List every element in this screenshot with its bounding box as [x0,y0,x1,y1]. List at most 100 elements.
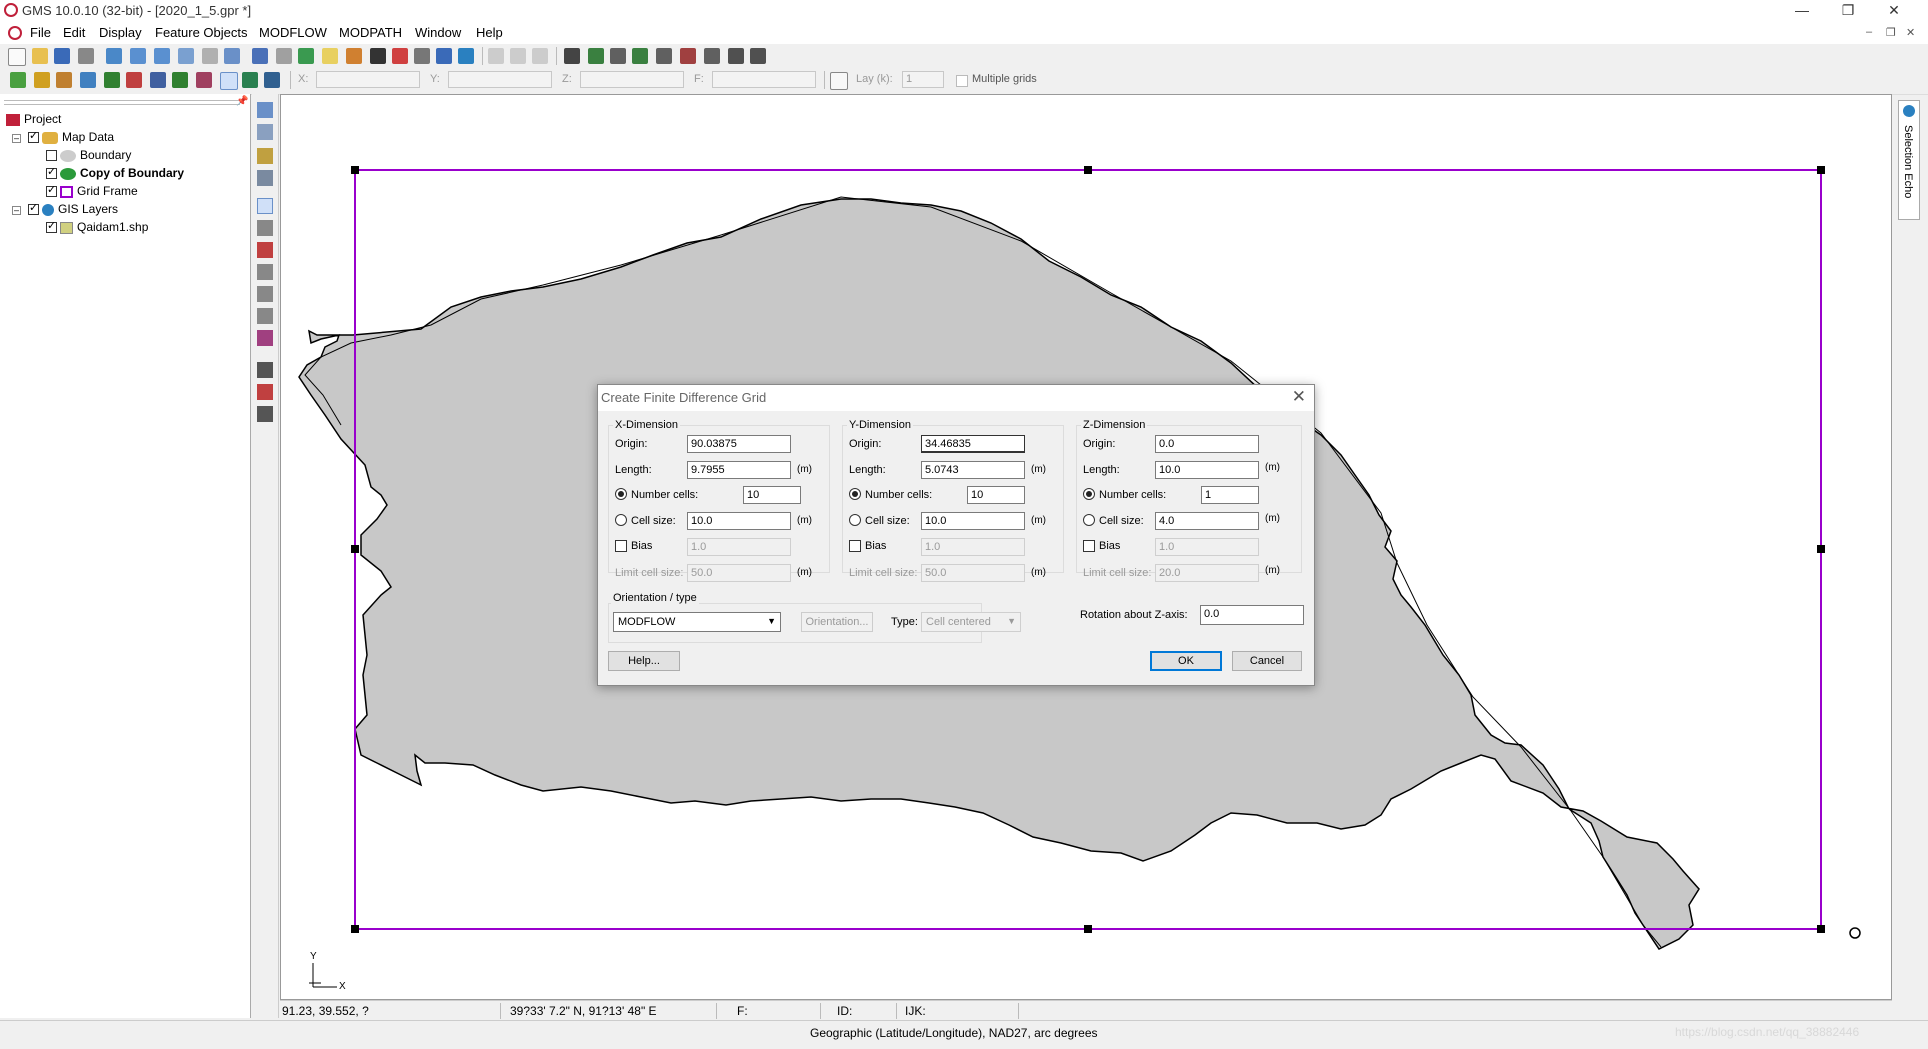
tree-grid-frame[interactable]: Grid Frame [46,183,138,200]
open-folder-icon[interactable] [32,48,48,64]
dialog-title-bar[interactable]: Create Finite Difference Grid ✕ [598,385,1314,411]
tree-shapefile[interactable]: Qaidam1.shp [46,219,148,236]
selection-echo-tab[interactable]: Selection Echo [1898,100,1920,220]
mdi-close-icon[interactable]: ✕ [1906,26,1915,39]
menu-display[interactable]: Display [99,25,142,40]
x-cell-size-input[interactable]: 10.0 [687,512,791,530]
menu-modflow[interactable]: MODFLOW [259,25,327,40]
frame-icon[interactable] [106,48,122,64]
help-button[interactable]: Help... [608,651,680,671]
menu-feature-objects[interactable]: Feature Objects [155,25,248,40]
restore-icon[interactable]: ❐ [1826,0,1870,22]
run-model-icon[interactable] [588,48,604,64]
tree-gis-layers[interactable]: GIS Layers [28,201,118,218]
multiple-grids-checkbox[interactable] [956,75,968,87]
create-curve-icon[interactable] [257,406,273,422]
tree-map-data[interactable]: Map Data [28,129,114,146]
sphere-module-icon[interactable] [264,72,280,88]
modpath-icon[interactable] [632,48,648,64]
grid-frame-tool-icon[interactable] [257,330,273,346]
color-ramp-icon[interactable] [392,48,408,64]
select-arc-icon[interactable] [257,264,273,280]
z-number-cells-input[interactable]: 1 [1201,486,1259,504]
shapefile-checkbox[interactable] [46,219,57,234]
seawat-icon[interactable] [680,48,696,64]
select-polygon-icon[interactable] [257,308,273,324]
solid-module-icon[interactable] [56,72,72,88]
arrow-tool-icon[interactable] [750,48,766,64]
y-bias-checkbox[interactable] [849,540,861,552]
gis-module-icon[interactable] [242,72,258,88]
rotate-icon[interactable] [202,48,218,64]
mesh-2d-module-icon[interactable] [126,72,142,88]
grid-2d-module-icon[interactable] [220,72,238,90]
x-bias-checkbox[interactable] [615,540,627,552]
rotation-handle[interactable] [1849,927,1861,939]
pest-icon[interactable] [610,48,626,64]
create-arc-icon[interactable] [257,242,273,258]
gms-app-icon[interactable] [4,3,18,17]
globe-icon[interactable] [458,48,474,64]
borehole-module-icon[interactable] [34,72,50,88]
scatter-module-icon[interactable] [196,72,212,88]
z-origin-input[interactable]: 0.0 [1155,435,1259,453]
save-icon[interactable] [54,48,70,64]
display-options-icon[interactable] [252,48,268,64]
grid-3d-module-icon[interactable] [104,72,120,88]
menu-file[interactable]: File [30,25,51,40]
projection-text[interactable]: Geographic (Latitude/Longitude), NAD27, … [810,1026,1098,1040]
z-number-cells-radio[interactable] [1083,488,1095,500]
gis-layers-checkbox[interactable] [28,201,39,216]
plan-view-icon[interactable] [130,48,146,64]
y-number-cells-radio[interactable] [849,488,861,500]
menu-help[interactable]: Help [476,25,503,40]
copy-of-boundary-checkbox[interactable] [46,165,57,180]
z-cell-size-input[interactable]: 4.0 [1155,512,1259,530]
calculator-icon[interactable] [414,48,430,64]
mdi-minimize-icon[interactable]: – [1866,26,1872,38]
map-module-icon[interactable] [10,72,26,88]
zoom-icon[interactable] [224,48,240,64]
print-icon[interactable] [78,48,94,64]
x-origin-input[interactable]: 90.03875 [687,435,791,453]
zone-budget-icon[interactable] [704,48,720,64]
lighting-icon[interactable] [276,48,292,64]
ugrid-module-icon[interactable] [172,72,188,88]
lay-spinner[interactable]: 1 [902,71,944,88]
boundary-checkbox[interactable] [46,150,57,162]
mdi-restore-icon[interactable]: ❐ [1886,26,1896,39]
ok-button[interactable]: OK [1150,651,1222,671]
close-icon[interactable]: ✕ [1872,0,1916,22]
film-icon[interactable] [370,48,386,64]
contour-icon[interactable] [346,48,362,64]
new-file-icon[interactable] [8,48,26,66]
x-number-cells-input[interactable]: 10 [743,486,801,504]
select-arc-group-icon[interactable] [257,286,273,302]
y-cell-size-radio[interactable] [849,514,861,526]
select-arrow-icon[interactable] [257,198,273,214]
rotate-tool-icon[interactable] [257,148,273,164]
y-number-cells-input[interactable]: 10 [967,486,1025,504]
front-view-icon[interactable] [154,48,170,64]
tree-boundary[interactable]: Boundary [46,148,131,164]
x-length-input[interactable]: 9.7955 [687,461,791,479]
x-cell-size-radio[interactable] [615,514,627,526]
orientation-select[interactable]: MODFLOW ▼ [613,612,781,632]
menu-modpath[interactable]: MODPATH [339,25,402,40]
pan-tool-icon[interactable] [257,102,273,118]
y-length-input[interactable]: 5.0743 [921,461,1025,479]
map-data-checkbox[interactable] [28,129,39,144]
measure-tool-icon[interactable] [257,170,273,186]
grid-frame-checkbox[interactable] [46,183,57,198]
z-cell-size-radio[interactable] [1083,514,1095,526]
z-length-input[interactable]: 10.0 [1155,461,1259,479]
tin-module-icon[interactable] [80,72,96,88]
select-vertex-icon[interactable] [257,220,273,236]
create-line-icon[interactable] [257,384,273,400]
menu-edit[interactable]: Edit [63,25,85,40]
tree-project[interactable]: Project [6,112,61,128]
mesh-3d-module-icon[interactable] [150,72,166,88]
create-point-icon[interactable] [257,362,273,378]
light-bulb-icon[interactable] [322,48,338,64]
expand-map-data[interactable]: – [12,134,21,143]
